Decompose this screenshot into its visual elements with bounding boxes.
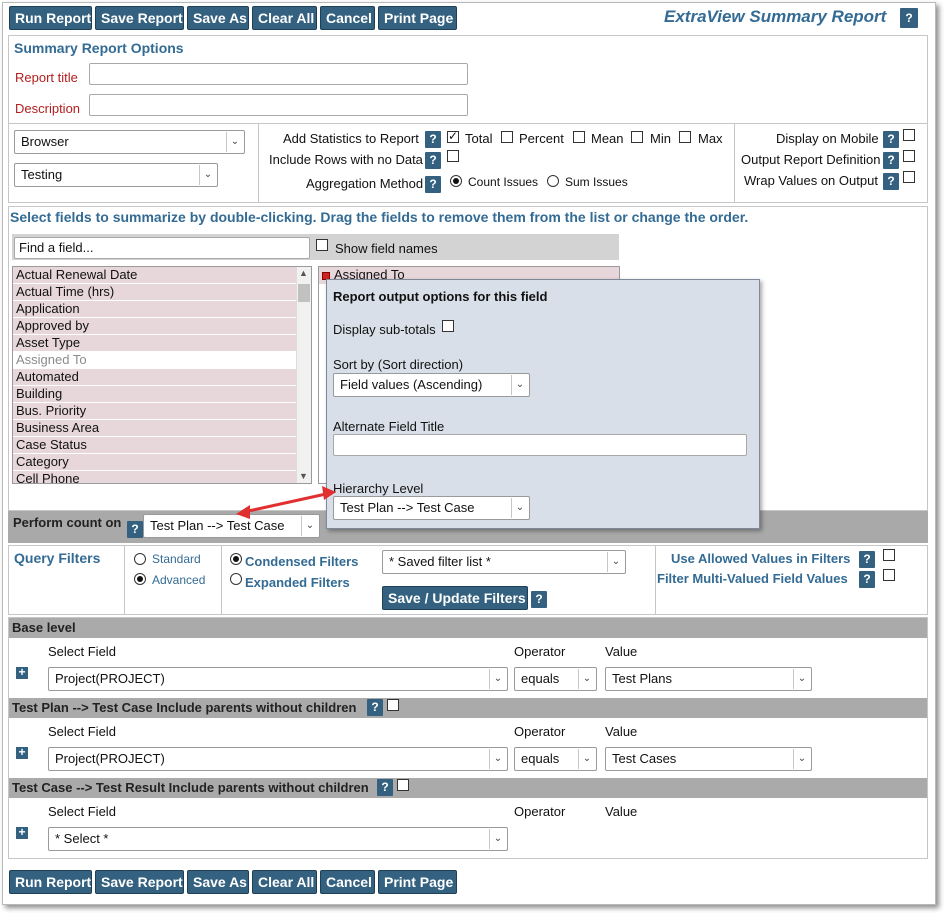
- saved-filter-select[interactable]: * Saved filter list * ⌄: [382, 550, 626, 574]
- chevron-down-icon: ⌄: [607, 552, 624, 572]
- operator-select[interactable]: equals ⌄: [514, 667, 597, 691]
- field-select-value: Project(PROJECT): [55, 671, 165, 686]
- level-title: Test Plan --> Test Case Include parents …: [12, 700, 357, 715]
- advanced-label: Advanced: [152, 573, 206, 587]
- value-select[interactable]: Test Cases ⌄: [605, 747, 812, 771]
- add-filter-icon[interactable]: +: [16, 746, 28, 759]
- value-header: Value: [605, 804, 638, 819]
- level-bar: Test Case --> Test Result Include parent…: [9, 778, 927, 798]
- value-header: Value: [605, 724, 638, 739]
- operator-header: Operator: [514, 644, 566, 659]
- include-parents-checkbox[interactable]: [397, 779, 409, 791]
- condensed-label: Condensed Filters: [245, 554, 359, 569]
- operator-select-value: equals: [521, 671, 560, 686]
- value-select[interactable]: Test Plans ⌄: [605, 667, 812, 691]
- value-select-value: Test Cases: [612, 751, 677, 766]
- print-page-button[interactable]: Print Page: [378, 870, 457, 894]
- level-title: Test Case --> Test Result Include parent…: [12, 780, 369, 795]
- use-allowed-checkbox[interactable]: [883, 549, 895, 561]
- save-report-button[interactable]: Save Report: [95, 870, 184, 894]
- divider: [221, 545, 222, 615]
- chevron-down-icon: ⌄: [578, 749, 595, 769]
- expanded-label: Expanded Filters: [245, 575, 350, 590]
- arrow-line: [243, 492, 327, 514]
- condensed-radio[interactable]: [230, 553, 242, 565]
- add-filter-icon[interactable]: +: [16, 666, 28, 679]
- filter-multi-checkbox[interactable]: [883, 569, 895, 581]
- chevron-down-icon: ⌄: [578, 669, 595, 689]
- operator-header: Operator: [514, 724, 566, 739]
- chevron-down-icon: ⌄: [489, 829, 506, 849]
- clear-all-button[interactable]: Clear All: [252, 870, 317, 894]
- level-bar: Base level: [9, 618, 927, 638]
- save-as-button[interactable]: Save As: [187, 870, 249, 894]
- select-field-header: Select Field: [48, 724, 116, 739]
- divider: [655, 545, 656, 615]
- value-header: Value: [605, 644, 638, 659]
- level-bar: Test Plan --> Test Case Include parents …: [9, 698, 927, 718]
- operator-select-value: equals: [521, 751, 560, 766]
- save-update-filters-button[interactable]: Save / Update Filters: [382, 586, 528, 610]
- select-field-header: Select Field: [48, 804, 116, 819]
- field-select[interactable]: Project(PROJECT) ⌄: [48, 667, 508, 691]
- saved-filter-value: * Saved filter list *: [389, 554, 491, 569]
- chevron-down-icon: ⌄: [489, 669, 506, 689]
- select-field-header: Select Field: [48, 644, 116, 659]
- operator-select[interactable]: equals ⌄: [514, 747, 597, 771]
- advanced-radio[interactable]: [134, 573, 146, 585]
- use-allowed-label: Use Allowed Values in Filters: [671, 551, 851, 566]
- field-select-value: * Select *: [55, 831, 109, 846]
- chevron-down-icon: ⌄: [793, 749, 810, 769]
- standard-label: Standard: [152, 552, 201, 566]
- field-select[interactable]: Project(PROJECT) ⌄: [48, 747, 508, 771]
- filter-multi-label: Filter Multi-Valued Field Values: [657, 571, 848, 586]
- query-filters-title: Query Filters: [14, 550, 101, 566]
- include-parents-checkbox[interactable]: [387, 699, 399, 711]
- value-select-value: Test Plans: [612, 671, 672, 686]
- add-filter-icon[interactable]: +: [16, 826, 28, 839]
- operator-header: Operator: [514, 804, 566, 819]
- filter-levels-panel: [8, 617, 928, 859]
- chevron-down-icon: ⌄: [489, 749, 506, 769]
- cancel-button[interactable]: Cancel: [320, 870, 375, 894]
- help-icon[interactable]: ?: [367, 699, 383, 716]
- arrow-head-right: [322, 486, 336, 500]
- help-icon[interactable]: ?: [377, 779, 393, 796]
- chevron-down-icon: ⌄: [793, 669, 810, 689]
- arrow-head-left: [236, 505, 250, 519]
- divider: [124, 545, 125, 615]
- help-icon[interactable]: ?: [531, 591, 547, 608]
- field-select[interactable]: * Select * ⌄: [48, 827, 508, 851]
- help-icon[interactable]: ?: [859, 551, 875, 568]
- run-report-button[interactable]: Run Report: [9, 870, 92, 894]
- help-icon[interactable]: ?: [859, 571, 875, 588]
- expanded-radio[interactable]: [230, 573, 242, 585]
- field-select-value: Project(PROJECT): [55, 751, 165, 766]
- standard-radio[interactable]: [134, 553, 146, 565]
